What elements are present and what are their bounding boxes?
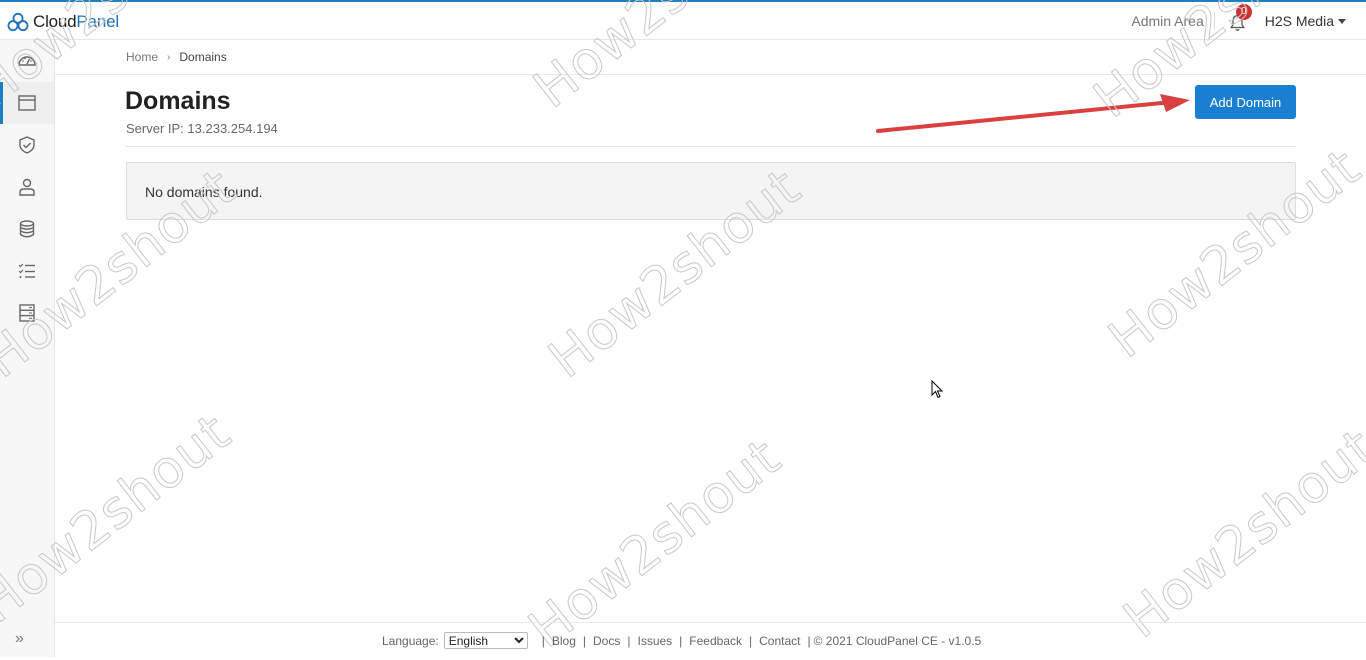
language-label: Language: xyxy=(382,633,439,648)
empty-state-message: No domains found. xyxy=(145,184,263,200)
breadcrumb-divider xyxy=(55,74,1366,75)
cloudpanel-logo[interactable]: CloudPanel xyxy=(7,11,119,33)
caret-down-icon xyxy=(1338,19,1346,24)
server-icon xyxy=(19,304,35,322)
footer-link-issues[interactable]: Issues xyxy=(637,634,672,648)
breadcrumb-chevron-icon: › xyxy=(167,51,171,63)
checklist-icon xyxy=(18,263,35,278)
sidebar-item-sites[interactable] xyxy=(0,82,54,124)
language-select[interactable]: English xyxy=(443,632,528,649)
logo-text-cloud: Cloud xyxy=(33,12,77,31)
empty-state-box: No domains found. xyxy=(126,162,1296,220)
sidebar-item-dashboard[interactable] xyxy=(0,40,54,82)
sidebar-expand-icon[interactable]: » xyxy=(15,630,24,648)
annotation-arrow-head xyxy=(1160,94,1190,112)
top-nav: Admin Area 0 H2S Media xyxy=(1131,2,1346,40)
footer-separator: | xyxy=(807,633,811,648)
top-bar: CloudPanel Admin Area 0 H2S Media xyxy=(0,2,1366,40)
notification-count-badge: 0 xyxy=(1235,4,1252,20)
breadcrumb-home[interactable]: Home xyxy=(126,50,158,64)
logo-text-panel: Panel xyxy=(76,12,119,31)
watermark: How2shout xyxy=(1113,417,1366,650)
user-menu-dropdown[interactable]: H2S Media xyxy=(1265,13,1346,29)
dashboard-gauge-icon xyxy=(18,56,36,66)
sidebar-item-security[interactable] xyxy=(0,124,54,166)
footer-separator: | xyxy=(679,633,683,648)
footer: Language: English | Blog | Docs | Issues… xyxy=(55,622,1366,657)
user-icon xyxy=(19,178,35,196)
shield-check-icon xyxy=(19,136,35,154)
breadcrumb-current: Domains xyxy=(179,50,227,64)
admin-area-link[interactable]: Admin Area xyxy=(1131,12,1215,30)
footer-link-feedback[interactable]: Feedback xyxy=(689,634,742,648)
footer-link-blog[interactable]: Blog xyxy=(552,634,576,648)
sidebar-item-databases[interactable] xyxy=(0,208,54,250)
annotation-arrow-shaft xyxy=(876,100,1174,133)
footer-link-contact[interactable]: Contact xyxy=(759,634,800,648)
mouse-cursor-icon xyxy=(931,380,944,399)
breadcrumb: Home › Domains xyxy=(126,50,227,64)
notifications-button[interactable]: 0 xyxy=(1227,4,1252,31)
user-name: H2S Media xyxy=(1264,13,1334,29)
database-icon xyxy=(19,220,35,238)
footer-separator: | xyxy=(749,633,753,648)
sidebar-item-users[interactable] xyxy=(0,166,54,208)
logo-text: CloudPanel xyxy=(33,12,119,32)
server-ip: Server IP: 13.233.254.194 xyxy=(126,121,278,136)
footer-links: Language: English | Blog | Docs | Issues… xyxy=(382,632,981,649)
copyright: © 2021 CloudPanel CE - v1.0.5 xyxy=(813,633,982,648)
sidebar-item-cron-jobs[interactable] xyxy=(0,250,54,292)
add-domain-button[interactable]: Add Domain xyxy=(1195,85,1296,119)
footer-separator: | xyxy=(541,633,545,648)
footer-link-docs[interactable]: Docs xyxy=(593,634,620,648)
sidebar: » xyxy=(0,40,55,657)
browser-window-icon xyxy=(18,95,36,111)
sidebar-item-services[interactable] xyxy=(0,292,54,334)
footer-separator: | xyxy=(582,633,587,648)
page-title: Domains xyxy=(125,87,231,115)
cloud-logo-icon xyxy=(7,12,29,32)
footer-separator: | xyxy=(627,633,631,648)
title-divider xyxy=(126,146,1296,147)
